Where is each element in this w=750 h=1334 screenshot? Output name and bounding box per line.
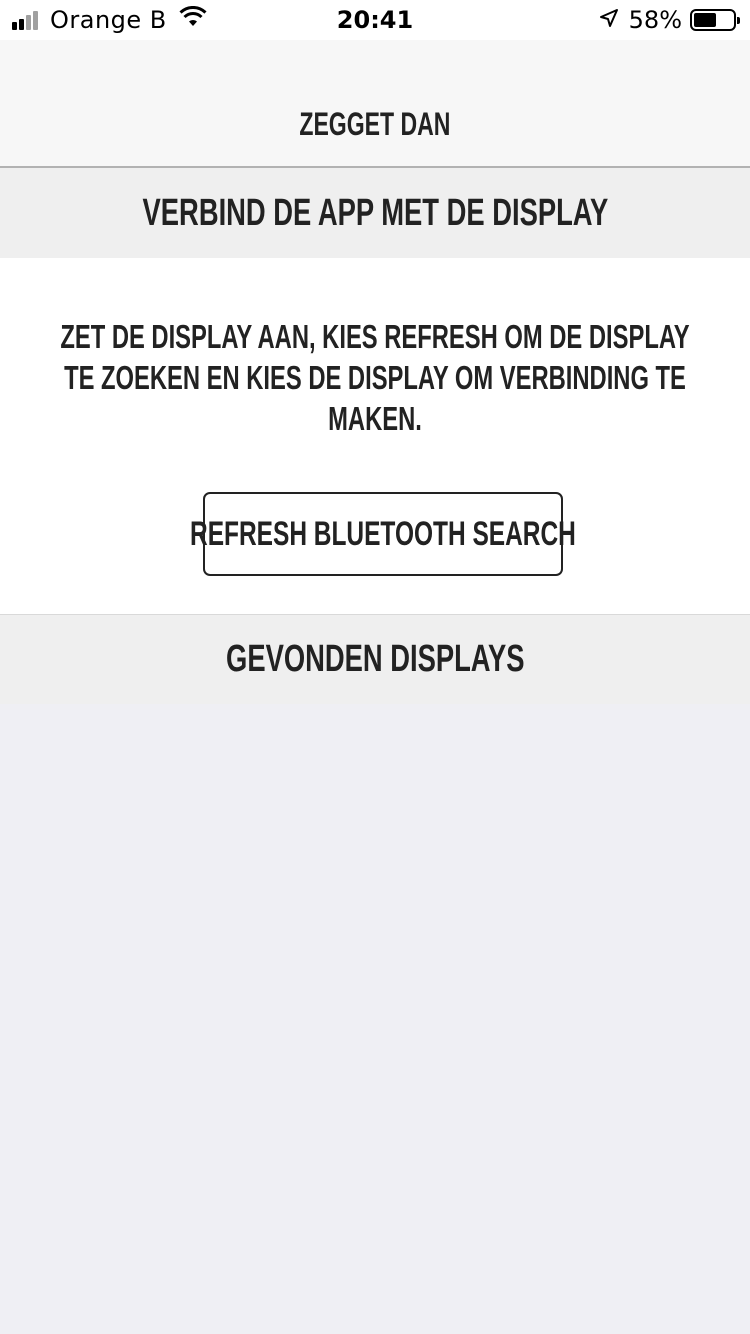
section-title-connect: Verbind de app met de display — [142, 191, 608, 234]
battery-percent: 58% — [628, 6, 682, 34]
section-header-found-displays: Gevonden displays — [0, 614, 750, 704]
battery-fill — [694, 13, 717, 27]
location-arrow-icon — [599, 6, 619, 34]
found-displays-list — [0, 704, 750, 1334]
section-header-connect: Verbind de app met de display — [0, 168, 750, 258]
instructions-text: Zet de display aan, kies refresh om de d… — [60, 318, 690, 437]
section-title-found-displays: Gevonden displays — [225, 638, 525, 680]
status-right: 58% — [599, 0, 740, 40]
connect-panel: Zet de display aan, kies refresh om de d… — [0, 258, 750, 614]
navigation-bar: Zegget Dan — [0, 40, 750, 168]
refresh-button-label: Refresh Bluetooth Search — [190, 514, 576, 553]
battery-icon — [690, 9, 740, 31]
refresh-bluetooth-search-button[interactable]: Refresh Bluetooth Search — [190, 492, 576, 576]
page-title: Zegget Dan — [299, 105, 451, 142]
instructions: Zet de display aan, kies refresh om de d… — [0, 316, 750, 439]
status-bar: Orange B 20:41 58% — [0, 0, 750, 40]
battery-tip — [737, 17, 740, 24]
